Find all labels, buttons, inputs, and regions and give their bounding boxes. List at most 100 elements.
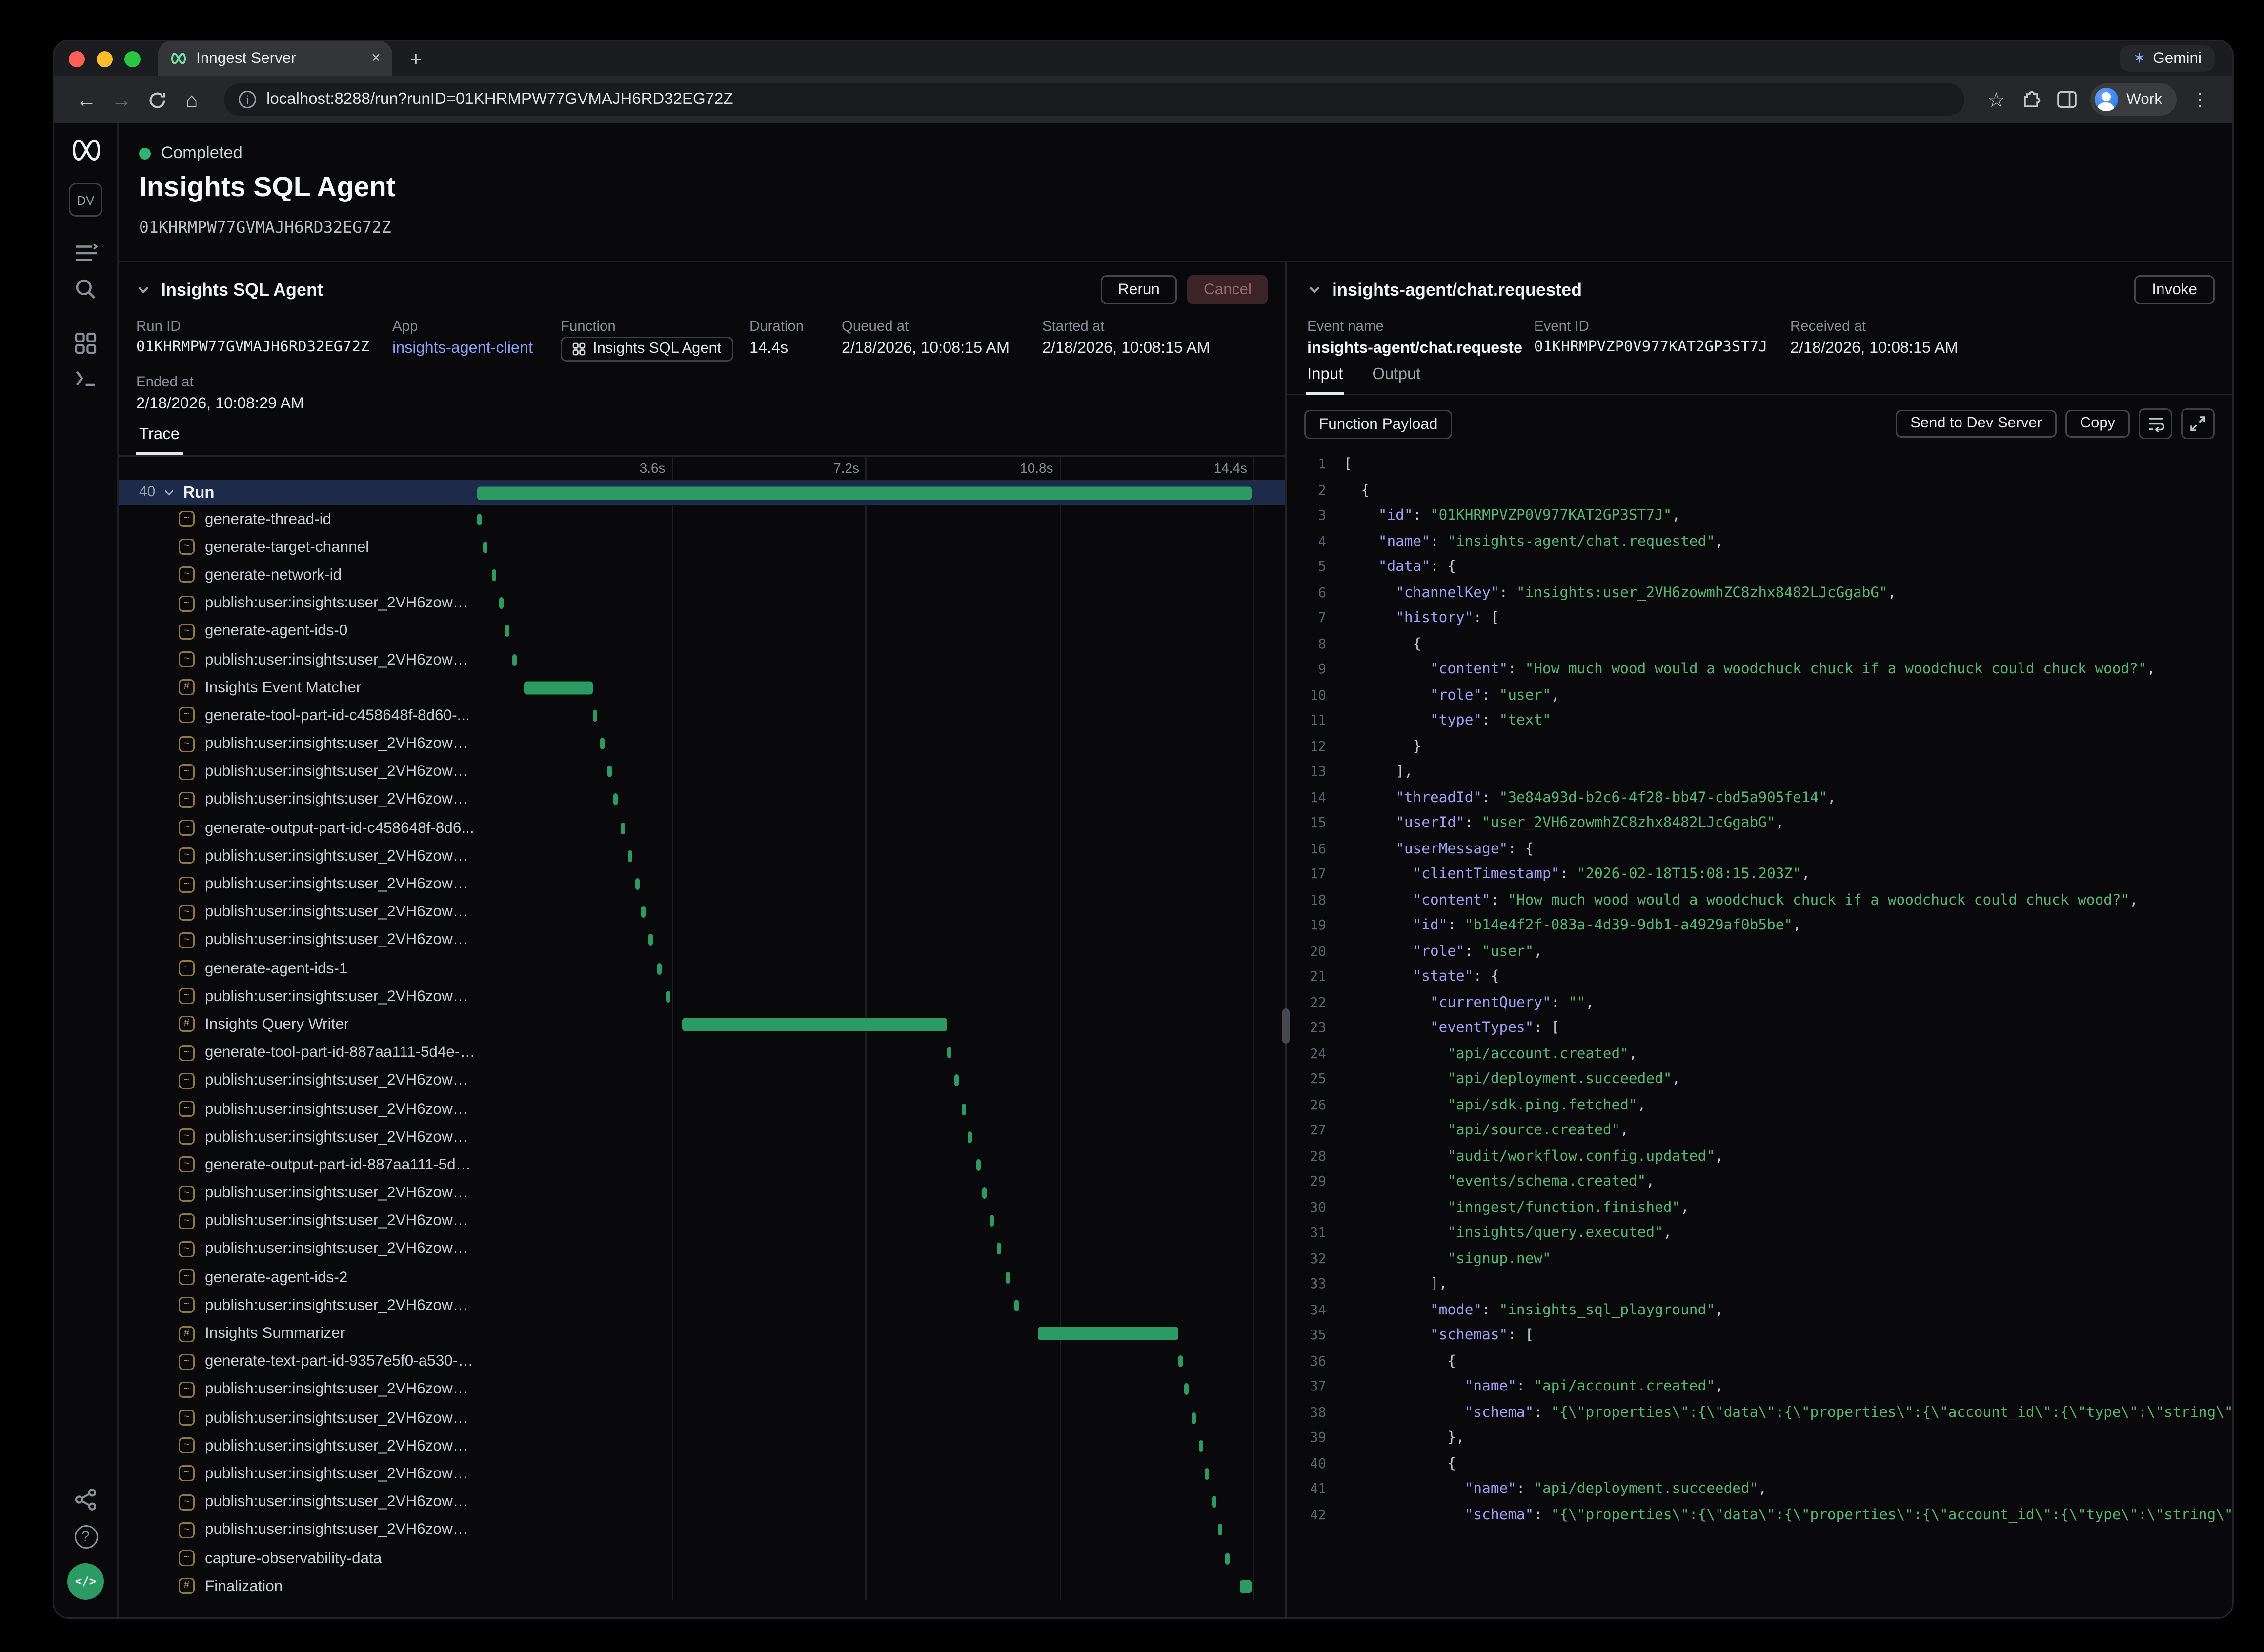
trace-row[interactable]: ~publish:user:insights:user_2VH6zowmh... [119, 983, 1285, 1011]
trace-row[interactable]: ~publish:user:insights:user_2VH6zowmh... [119, 1067, 1285, 1095]
step-label: publish:user:insights:user_2VH6zowmh... [205, 1240, 477, 1258]
payload-code-viewer[interactable]: 1[2 {3 "id": "01KHRMPVZP0V977KAT2GP3ST7J… [1287, 446, 2232, 1617]
back-icon[interactable]: ← [69, 82, 104, 117]
trace-row[interactable]: #Insights Query Writer [119, 1010, 1285, 1039]
trace-row[interactable]: ~generate-network-id [119, 561, 1285, 589]
trace-row[interactable]: ~publish:user:insights:user_2VH6zowmh... [119, 1460, 1285, 1488]
profile-chip[interactable]: Work [2090, 83, 2177, 116]
trace-span-bar [948, 1047, 952, 1058]
tab-close-icon[interactable]: × [371, 51, 381, 67]
trace-row[interactable]: #Insights Event Matcher [119, 673, 1285, 702]
new-tab-button[interactable]: + [410, 47, 422, 70]
trace-row[interactable]: ~publish:user:insights:user_2VH6zowmh... [119, 1488, 1285, 1516]
apps-grid-icon[interactable] [75, 332, 97, 354]
line-number: 7 [1304, 611, 1326, 627]
trace-row[interactable]: ~publish:user:insights:user_2VH6zowmh... [119, 730, 1285, 758]
step-label: publish:user:insights:user_2VH6zowmh... [205, 1212, 477, 1230]
browser-tab[interactable]: Inngest Server × [158, 41, 392, 76]
side-panel-icon[interactable] [2049, 82, 2084, 117]
trace-row[interactable]: ~publish:user:insights:user_2VH6zowmh... [119, 898, 1285, 927]
trace-row[interactable]: ~publish:user:insights:user_2VH6zowmh... [119, 870, 1285, 898]
reload-icon[interactable] [139, 82, 174, 117]
trace-row[interactable]: ~generate-text-part-id-9357e5f0-a530-4..… [119, 1348, 1285, 1376]
trace-span-bar [1218, 1524, 1223, 1536]
app-link[interactable]: insights-agent-client [392, 340, 533, 357]
extensions-puzzle-icon[interactable] [2014, 82, 2049, 117]
site-info-icon[interactable]: i [239, 91, 256, 108]
trace-row[interactable]: ~publish:user:insights:user_2VH6zowmh... [119, 1432, 1285, 1460]
url-bar[interactable]: i localhost:8288/run?runID=01KHRMPW77GVM… [224, 83, 1964, 116]
trace-row[interactable]: ~publish:user:insights:user_2VH6zowmh... [119, 1095, 1285, 1123]
gemini-chip[interactable]: ✶ Gemini [2120, 45, 2215, 72]
trace-row[interactable]: ~publish:user:insights:user_2VH6zowmh... [119, 926, 1285, 954]
tab-output[interactable]: Output [1371, 363, 1422, 394]
pane-resize-handle[interactable] [1282, 1008, 1290, 1044]
trace-row[interactable]: ~publish:user:insights:user_2VH6zowmh... [119, 1291, 1285, 1320]
trace-row[interactable]: ~publish:user:insights:user_2VH6zowmh... [119, 1123, 1285, 1151]
invoke-button[interactable]: Invoke [2134, 275, 2215, 304]
collapse-chevron-icon[interactable] [1307, 282, 1322, 297]
trace-span-bar [649, 934, 653, 946]
browser-menu-icon[interactable]: ⋮ [2183, 82, 2218, 117]
home-icon[interactable]: ⌂ [174, 82, 209, 117]
page-run-id: 01KHRMPW77GVMAJH6RD32EG72Z [139, 218, 2232, 237]
trace-row[interactable]: ~publish:user:insights:user_2VH6zowmh... [119, 786, 1285, 814]
trace-row[interactable]: ~generate-thread-id [119, 505, 1285, 533]
inngest-logo[interactable] [68, 138, 103, 162]
trace-row[interactable]: ~publish:user:insights:user_2VH6zowmh... [119, 645, 1285, 674]
line-number: 4 [1304, 534, 1326, 550]
code-line: 19 "id": "b14e4f2f-083a-4d39-9db1-a4929a… [1287, 913, 2232, 939]
trace-row[interactable]: #Insights Summarizer [119, 1319, 1285, 1348]
trace-row[interactable]: ~publish:user:insights:user_2VH6zowmh... [119, 1235, 1285, 1264]
step-label: generate-output-part-id-c458648f-8d6... [205, 819, 474, 837]
trace-row[interactable]: ~publish:user:insights:user_2VH6zowmh... [119, 1207, 1285, 1235]
word-wrap-icon[interactable] [2139, 408, 2172, 439]
runs-list-icon[interactable] [74, 243, 98, 263]
trace-row[interactable]: ~generate-agent-ids-2 [119, 1263, 1285, 1291]
trace-row[interactable]: ~publish:user:insights:user_2VH6zowmh... [119, 1404, 1285, 1432]
send-to-dev-server-button[interactable]: Send to Dev Server [1896, 410, 2057, 438]
code-line: 30 "inngest/function.finished", [1287, 1195, 2232, 1221]
trace-row[interactable]: ~capture-observability-data [119, 1544, 1285, 1572]
trace-row[interactable]: ~generate-target-channel [119, 533, 1285, 562]
trace-row[interactable]: ~generate-tool-part-id-887aa111-5d4e-45.… [119, 1039, 1285, 1067]
close-window-button[interactable] [69, 51, 85, 67]
dev-tools-button[interactable]: </> [67, 1563, 104, 1600]
trace-row[interactable]: ~generate-agent-ids-1 [119, 954, 1285, 983]
help-icon[interactable]: ? [74, 1525, 98, 1549]
function-payload-chip[interactable]: Function Payload [1304, 409, 1452, 439]
cancel-button[interactable]: Cancel [1188, 275, 1268, 304]
trace-row[interactable]: ~publish:user:insights:user_2VH6zowmh... [119, 1375, 1285, 1404]
trace-row[interactable]: ~publish:user:insights:user_2VH6zowmh... [119, 1516, 1285, 1544]
function-search-icon[interactable] [75, 278, 97, 300]
event-logs-icon[interactable] [75, 369, 97, 388]
maximize-window-button[interactable] [124, 51, 141, 67]
trace-row-run[interactable]: 40Run [119, 480, 1285, 505]
code-line: 32 "signup.new" [1287, 1247, 2232, 1272]
trace-row[interactable]: ~publish:user:insights:user_2VH6zowmh... [119, 589, 1285, 618]
step-label: generate-agent-ids-0 [205, 623, 347, 640]
collapse-chevron-icon[interactable] [136, 282, 151, 297]
app-initials-badge[interactable]: DV [69, 183, 102, 217]
step-icon: ~ [179, 736, 195, 752]
forward-icon[interactable]: → [104, 82, 139, 117]
copy-button[interactable]: Copy [2065, 410, 2130, 438]
trace-row[interactable]: #Finalization [119, 1572, 1285, 1600]
trace-row[interactable]: ~generate-agent-ids-0 [119, 617, 1285, 645]
trace-row[interactable]: ~generate-tool-part-id-c458648f-8d60-... [119, 702, 1285, 730]
tab-trace[interactable]: Trace [136, 426, 182, 455]
line-number: 41 [1304, 1482, 1326, 1498]
bookmark-star-icon[interactable]: ☆ [1979, 82, 2014, 117]
code-line: 1[ [1287, 452, 2232, 478]
minimize-window-button[interactable] [97, 51, 113, 67]
share-icon[interactable] [75, 1489, 97, 1511]
trace-row[interactable]: ~publish:user:insights:user_2VH6zowmh... [119, 842, 1285, 870]
function-badge[interactable]: Insights SQL Agent [561, 337, 733, 362]
trace-row[interactable]: ~publish:user:insights:user_2VH6zowmh... [119, 1179, 1285, 1208]
expand-icon[interactable] [2181, 408, 2215, 439]
trace-row[interactable]: ~generate-output-part-id-c458648f-8d6... [119, 814, 1285, 842]
rerun-button[interactable]: Rerun [1100, 275, 1177, 304]
trace-row[interactable]: ~publish:user:insights:user_2VH6zowmh... [119, 758, 1285, 786]
trace-row[interactable]: ~generate-output-part-id-887aa111-5d4e..… [119, 1151, 1285, 1179]
tab-input[interactable]: Input [1306, 363, 1344, 395]
